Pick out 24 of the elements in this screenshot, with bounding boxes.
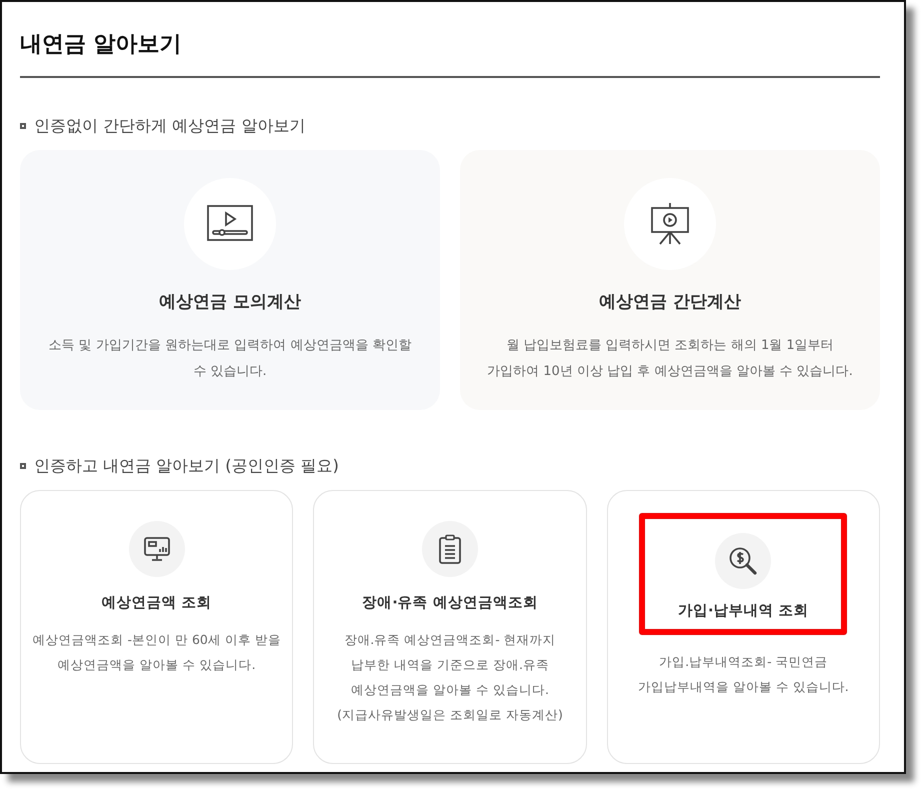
section-heading: 인증없이 간단하게 예상연금 알아보기 (34, 115, 306, 138)
section-heading: 인증하고 내연금 알아보기 (공인인증 필요) (34, 455, 339, 478)
card-title: 예상연금액 조회 (102, 595, 212, 613)
service-card[interactable]: 장애·유족 예상연금액조회 장애.유족 예상연금액조회- 현재까지 납부한 내역을 기준으로 장애.유족 예상연금액을 알아볼 수 있습니다. (지급사유발생일은 조회일로 자동계산) (313, 490, 587, 764)
service-card[interactable]: 예상연금액 조회 예상연금액조회 -본인이 만 60세 이후 받을 예상연금액을 알아볼 수 있습니다. (20, 490, 294, 764)
card-title: 예상연금 모의계산 (159, 292, 301, 313)
card-description: 예상연금액조회 -본인이 만 60세 이후 받을 예상연금액을 알아볼 수 있습니다. (32, 630, 281, 674)
service-card[interactable]: 예상연금 간단계산 월 납입보험료를 입력하시면 조회하는 해의 1월 1일부터 가입하여 10년 이상 납입 후 예상연금액을 알아볼 수 있습니다. (460, 150, 880, 410)
magnifier-dollar-icon (728, 546, 758, 576)
presentation-board-icon (648, 202, 691, 246)
card-title: 예상연금 간단계산 (599, 292, 741, 313)
service-card[interactable]: 가입·납부내역 조회 가입.납부내역조회- 국민연금 가입납부내역을 알아볼 수 있습니다. (606, 490, 880, 764)
card-description: 장애.유족 예상연금액조회- 현재까지 납부한 내역을 기준으로 장애.유족 예상연금액을 알아볼 수 있습니다. (지급사유발생일은 조회일로 자동계산) (337, 630, 563, 724)
bullet-icon (20, 463, 26, 470)
card-title: 가입·납부내역 조회 (678, 603, 809, 621)
bullet-icon (20, 123, 26, 130)
card-description: 월 납입보험료를 입력하시면 조회하는 해의 1월 1일부터 가입하여 10년 이상 납입 후 예상연금액을 알아볼 수 있습니다. (487, 336, 853, 381)
monitor-chart-icon (142, 536, 171, 562)
card-description: 소득 및 가입기간을 원하는대로 입력하여 예상연금액을 확인할 수 있습니다. (48, 336, 412, 381)
clipboard-icon (438, 534, 462, 564)
card-title: 장애·유족 예상연금액조회 (362, 595, 538, 613)
page-title: 내연금 알아보기 (20, 31, 183, 59)
service-card[interactable]: 예상연금 모의계산 소득 및 가입기간을 원하는대로 입력하여 예상연금액을 확인할 수 있습니다. (20, 150, 440, 410)
card-description: 가입.납부내역조회- 국민연금 가입납부내역을 알아볼 수 있습니다. (638, 652, 849, 696)
